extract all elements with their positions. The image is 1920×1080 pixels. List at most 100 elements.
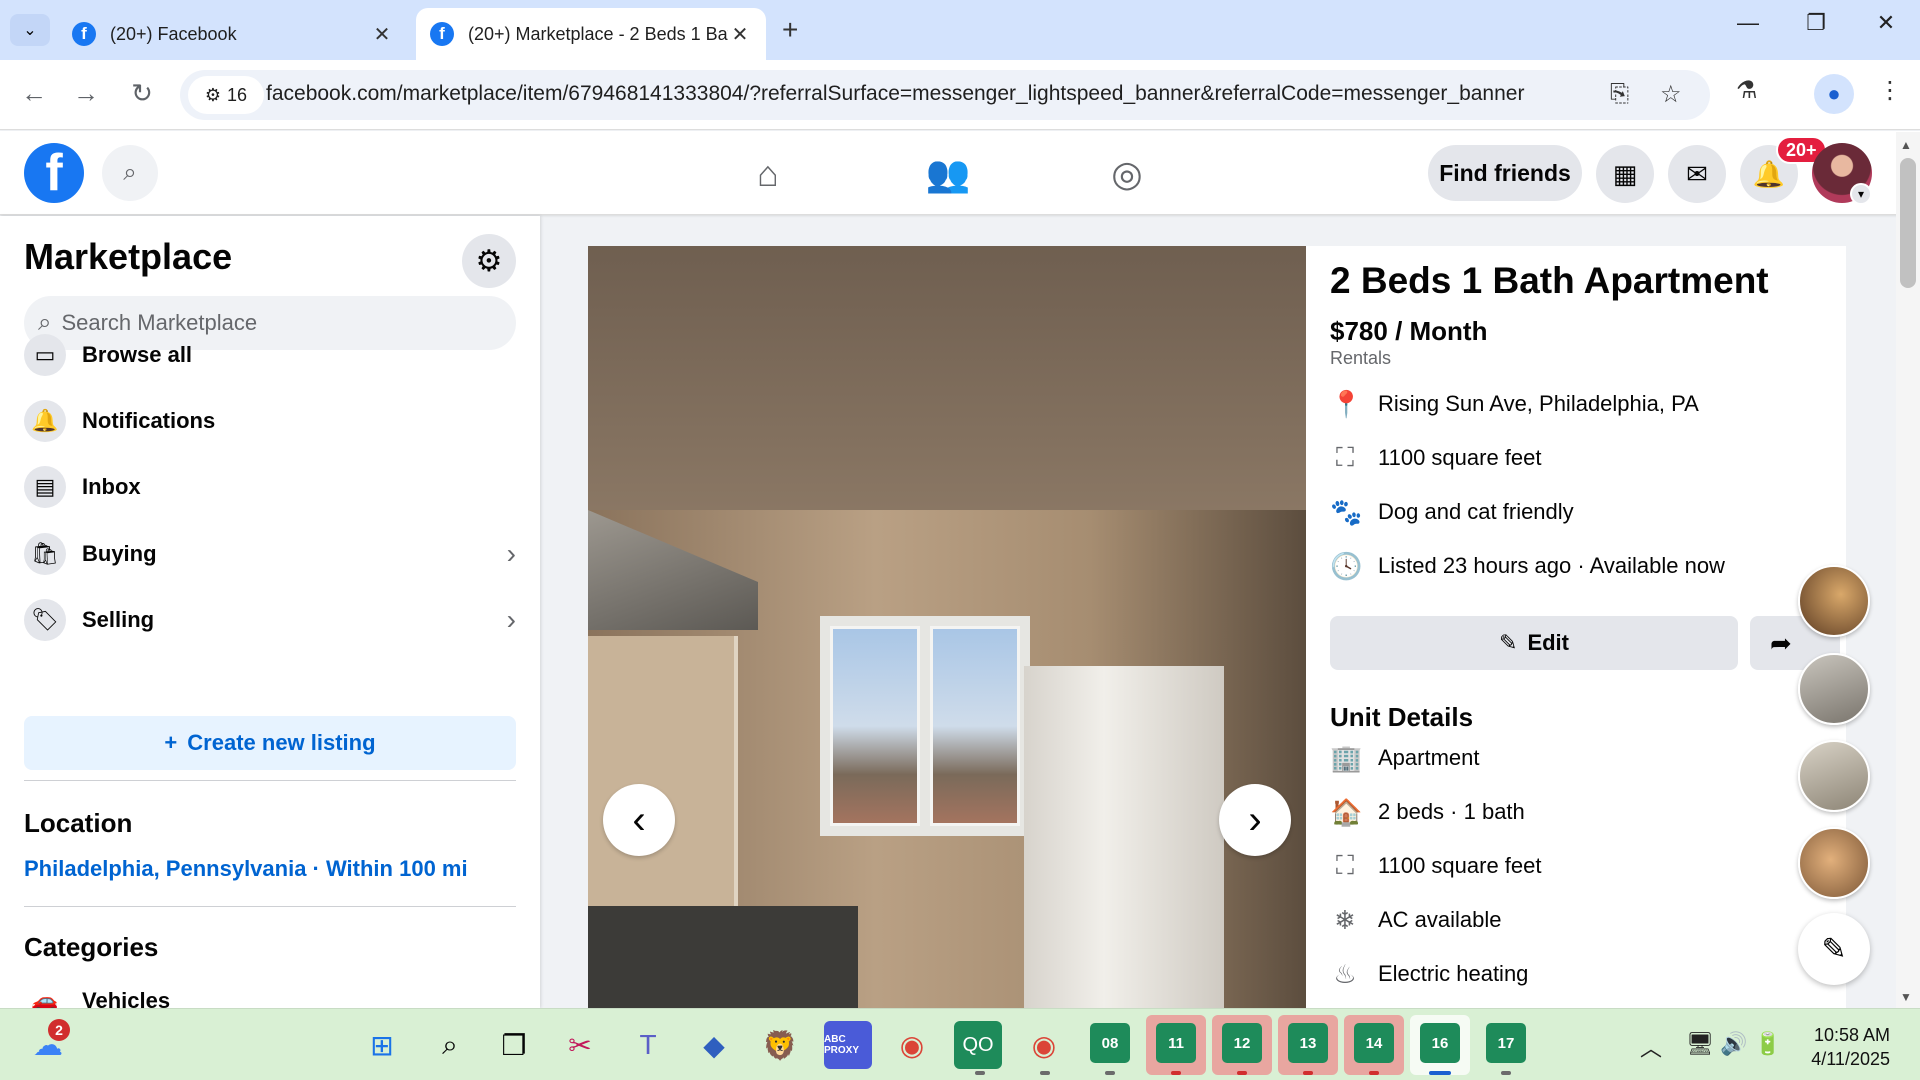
menu-grid-icon[interactable]: ▦ <box>1596 145 1654 203</box>
running-indicator <box>975 1071 985 1075</box>
forward-arrow-icon[interactable]: → <box>68 78 104 109</box>
chat-head-thumbnail[interactable] <box>1798 740 1870 812</box>
listing-photo <box>588 246 1306 1008</box>
sidebar-item-browse-all[interactable]: ▭ Browse all <box>24 328 516 382</box>
site-info-chip[interactable]: ⚙ 16 <box>188 76 264 114</box>
taskbar-search-icon[interactable]: ⌕ <box>426 1021 474 1069</box>
edit-button[interactable]: ✎ Edit <box>1330 616 1738 670</box>
app-icon[interactable]: QO <box>954 1021 1002 1069</box>
new-tab-icon[interactable]: + <box>782 14 798 46</box>
browser-profile-icon[interactable]: ● <box>1814 74 1854 114</box>
sidebar-item-buying[interactable]: 🛍 Buying › <box>24 527 516 581</box>
battery-icon[interactable]: 🔋 <box>1754 1031 1781 1057</box>
close-window-icon[interactable]: ✕ <box>1866 10 1906 36</box>
facebook-search-icon[interactable]: ⌕ <box>102 145 158 201</box>
storefront-icon: ▭ <box>24 334 66 376</box>
close-tab-icon[interactable]: ✕ <box>728 22 752 47</box>
photo-window <box>820 616 1030 836</box>
tab-title: (20+) Marketplace - 2 Beds 1 Bath Apartm… <box>468 23 728 44</box>
new-message-compose-icon[interactable]: ✎ <box>1798 913 1870 985</box>
address-bar[interactable]: ⚙ 16 facebook.com/marketplace/item/67946… <box>180 70 1710 120</box>
chrome-profile-08-icon[interactable]: 08 <box>1090 1023 1130 1063</box>
running-indicator <box>1105 1071 1115 1075</box>
scroll-down-icon[interactable]: ▼ <box>1900 990 1912 1004</box>
chrome-profile-12-icon[interactable]: 12 <box>1222 1023 1262 1063</box>
chat-head-thumbnail[interactable] <box>1798 565 1870 637</box>
window-pane <box>830 626 920 826</box>
bookmark-star-icon[interactable]: ☆ <box>1660 80 1682 109</box>
url-text[interactable]: facebook.com/marketplace/item/6794681413… <box>266 82 1524 106</box>
home-icon[interactable]: ⌂ <box>738 153 798 195</box>
listing-category[interactable]: Rentals <box>1330 348 1391 369</box>
app-icon[interactable]: ◆ <box>690 1021 738 1069</box>
task-view-icon[interactable]: ❐ <box>490 1021 538 1069</box>
messenger-icon[interactable]: ✉ <box>1668 145 1726 203</box>
tab-title: (20+) Facebook <box>110 23 237 44</box>
windows-start-icon[interactable]: ⊞ <box>358 1021 406 1069</box>
categories-heading: Categories <box>24 932 159 962</box>
volume-icon[interactable]: 🔊 <box>1720 1031 1747 1057</box>
brave-browser-icon[interactable]: 🦁 <box>756 1021 804 1069</box>
reload-icon[interactable]: ↻ <box>124 78 160 109</box>
windows-taskbar: ☁ 2 ⊞ ⌕ ❐ ✂ T ◆ 🦁 ABC PROXY ◉ QO ◉ 08 11… <box>0 1008 1920 1080</box>
friends-icon[interactable]: 👥 <box>918 153 978 195</box>
system-clock[interactable]: 10:58 AM 4/11/2025 <box>1790 1023 1890 1071</box>
sidebar-item-notifications[interactable]: 🔔 Notifications <box>24 394 516 448</box>
browser-tab-facebook[interactable]: f (20+) Facebook ✕ <box>58 8 408 60</box>
browser-tab-marketplace[interactable]: f (20+) Marketplace - 2 Beds 1 Bath Apar… <box>416 8 766 60</box>
sidebar-item-selling[interactable]: 🏷 Selling › <box>24 593 516 647</box>
settings-gear-icon[interactable]: ⚙ <box>462 234 516 288</box>
expand-square-icon: ⛶ <box>1335 850 1355 880</box>
facebook-favicon-icon: f <box>72 22 96 46</box>
install-app-icon[interactable]: ⎘ <box>1610 80 1629 108</box>
chrome-profile-16-icon[interactable]: 16 <box>1420 1023 1460 1063</box>
page-scrollbar-thumb[interactable] <box>1900 158 1916 288</box>
chevron-down-icon[interactable]: ▾ <box>1850 183 1872 205</box>
category-item-vehicles[interactable]: 🚗 Vehicles <box>24 974 516 1008</box>
chrome-profile-17-icon[interactable]: 17 <box>1486 1023 1526 1063</box>
browser-tab-strip: ⌄ f (20+) Facebook ✕ f (20+) Marketplace… <box>0 0 1920 60</box>
facebook-logo-icon[interactable]: f <box>24 143 84 203</box>
expand-square-icon: ⛶ <box>1335 442 1355 472</box>
paw-icon: 🐾 <box>1330 496 1363 527</box>
marketplace-sidebar: Marketplace ⚙ ⌕ Search Marketplace ▭ Bro… <box>0 216 540 1008</box>
chat-head-thumbnail[interactable] <box>1798 827 1870 899</box>
restore-icon[interactable]: ❐ <box>1796 10 1836 36</box>
photo-door <box>588 636 738 916</box>
chat-head-thumbnail[interactable] <box>1798 653 1870 725</box>
next-photo-button[interactable]: › <box>1219 784 1291 856</box>
photo-ceiling <box>588 246 1306 510</box>
chrome-profile-11-icon[interactable]: 11 <box>1156 1023 1196 1063</box>
tray-overflow-chevron-icon[interactable]: ︿ <box>1640 1031 1662 1063</box>
labs-flask-icon[interactable]: ⚗ <box>1736 76 1758 105</box>
tab-search-button[interactable]: ⌄ <box>10 14 50 46</box>
photo-refrigerator <box>1024 666 1224 1008</box>
sidebar-item-inbox[interactable]: ▤ Inbox <box>24 460 516 514</box>
teams-icon[interactable]: T <box>624 1021 672 1069</box>
bell-icon: 🔔 <box>24 400 66 442</box>
browser-toolbar: ← → ↻ ⚙ 16 facebook.com/marketplace/item… <box>0 60 1920 130</box>
snipping-tool-icon[interactable]: ✂ <box>556 1021 604 1069</box>
previous-photo-button[interactable]: ‹ <box>603 784 675 856</box>
weather-badge: 2 <box>48 1019 70 1041</box>
minimize-icon[interactable]: — <box>1728 10 1768 36</box>
chrome-profile-13-icon[interactable]: 13 <box>1288 1023 1328 1063</box>
chrome-icon[interactable]: ◉ <box>888 1021 936 1069</box>
create-new-listing-button[interactable]: + Create new listing <box>24 716 516 770</box>
active-indicator <box>1429 1071 1451 1075</box>
groups-icon[interactable]: ◎ <box>1097 153 1157 195</box>
car-icon: 🚗 <box>31 988 59 1008</box>
network-icon[interactable]: 🖥 <box>1686 1031 1714 1057</box>
chrome-profile-14-icon[interactable]: 14 <box>1354 1023 1394 1063</box>
scroll-up-icon[interactable]: ▲ <box>1900 138 1912 152</box>
back-arrow-icon[interactable]: ← <box>16 78 52 109</box>
location-link[interactable]: Philadelphia, Pennsylvania · Within 100 … <box>24 856 468 882</box>
find-friends-button[interactable]: Find friends <box>1428 145 1582 201</box>
proxy-app-icon[interactable]: ABC PROXY <box>824 1021 872 1069</box>
chrome-icon[interactable]: ◉ <box>1020 1021 1068 1069</box>
browser-menu-icon[interactable]: ⋮ <box>1878 76 1902 105</box>
close-tab-icon[interactable]: ✕ <box>370 22 394 47</box>
fact-listed: 🕓 Listed 23 hours ago · Available now <box>1330 550 1725 581</box>
fact-pets: 🐾 Dog and cat friendly <box>1330 496 1574 527</box>
unit-detail-size: ⛶ 1100 square feet <box>1330 846 1542 886</box>
